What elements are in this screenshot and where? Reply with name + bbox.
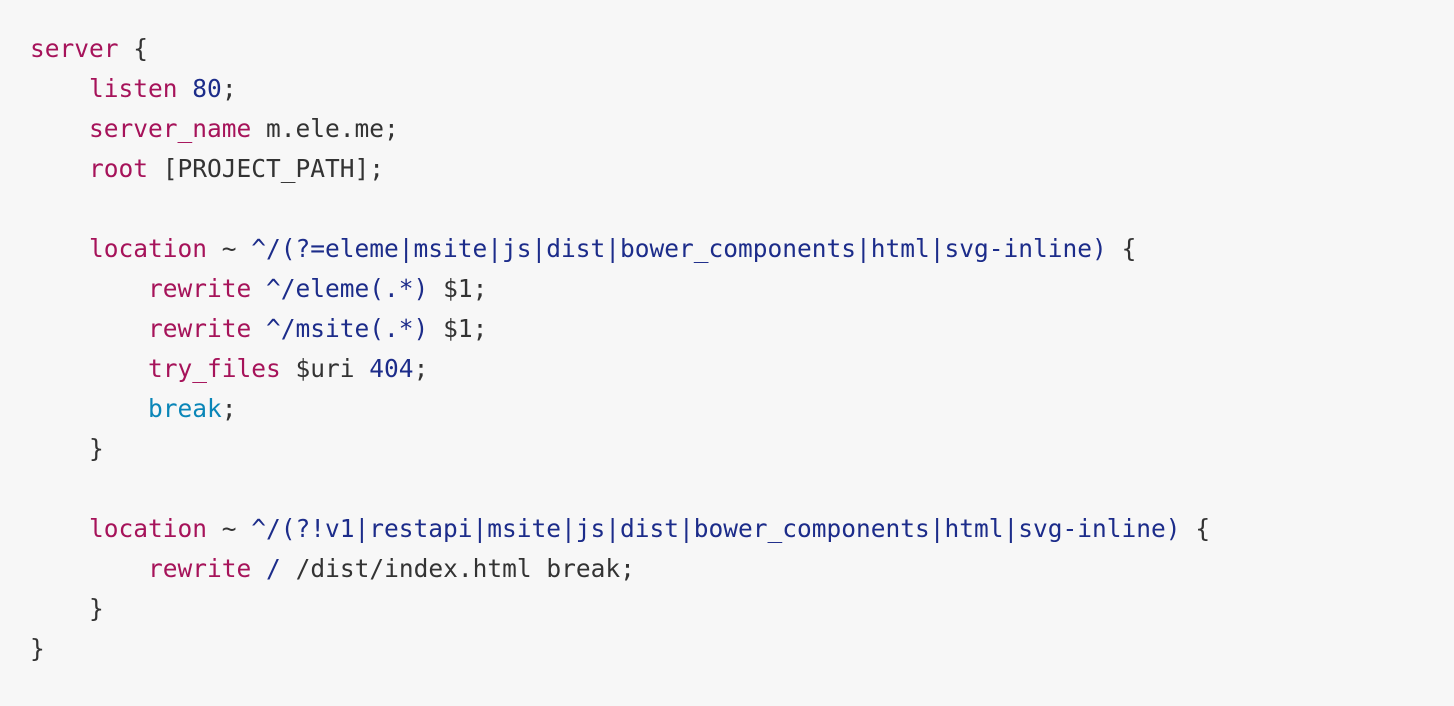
code-regex: / [266,554,281,583]
code-line: location ~ ^/(?=eleme|msite|js|dist|bowe… [30,229,1454,269]
code-text: ~ [207,514,252,543]
code-text: m.ele.me; [251,114,399,143]
code-regex: ^/(?!v1|restapi|msite|js|dist|bower_comp… [251,514,1181,543]
code-line: try_files $uri 404; [30,349,1454,389]
code-text: } [30,634,45,663]
code-directive: try_files [148,354,281,383]
code-regex: ^/eleme(.*) [266,274,429,303]
code-line: server_name m.ele.me; [30,109,1454,149]
code-regex: ^/msite(.*) [266,314,429,343]
code-text: ; [413,354,429,383]
code-directive: listen [89,74,178,103]
code-text: ; [221,74,237,103]
code-number: 404 [369,354,414,383]
code-line: } [30,589,1454,629]
code-text: ~ [207,234,252,263]
code-directive: rewrite [148,314,252,343]
code-line: rewrite / /dist/index.html break; [30,549,1454,589]
code-line: root [PROJECT_PATH]; [30,149,1454,189]
code-number: 80 [192,74,222,103]
code-line: rewrite ^/msite(.*) $1; [30,309,1454,349]
code-line: server { [30,29,1454,69]
code-line: rewrite ^/eleme(.*) $1; [30,269,1454,309]
code-text: } [30,434,104,463]
code-text: [PROJECT_PATH]; [148,154,385,183]
code-text: ; [221,394,237,423]
code-text: $1; [428,314,488,343]
code-line: listen 80; [30,69,1454,109]
code-regex: ^/(?=eleme|msite|js|dist|bower_component… [251,234,1107,263]
code-text: $uri [280,354,370,383]
code-text: $1; [428,274,488,303]
code-directive: server [30,34,119,63]
code-line: } [30,429,1454,469]
code-directive: server_name [89,114,252,143]
code-directive: location [89,234,208,263]
code-directive: rewrite [148,274,252,303]
code-directive: location [89,514,208,543]
code-line: location ~ ^/(?!v1|restapi|msite|js|dist… [30,509,1454,549]
code-line: } [30,629,1454,669]
code-keyword: break [148,394,222,423]
code-text: { [1106,234,1137,263]
code-directive: rewrite [148,554,252,583]
nginx-config-code-block: server { listen 80; server_name m.ele.me… [0,0,1454,706]
code-line: break; [30,389,1454,429]
code-text: } [30,594,104,623]
code-text: { [1180,514,1211,543]
code-directive: root [89,154,149,183]
code-text: { [118,34,149,63]
code-text: /dist/index.html break; [280,554,635,583]
